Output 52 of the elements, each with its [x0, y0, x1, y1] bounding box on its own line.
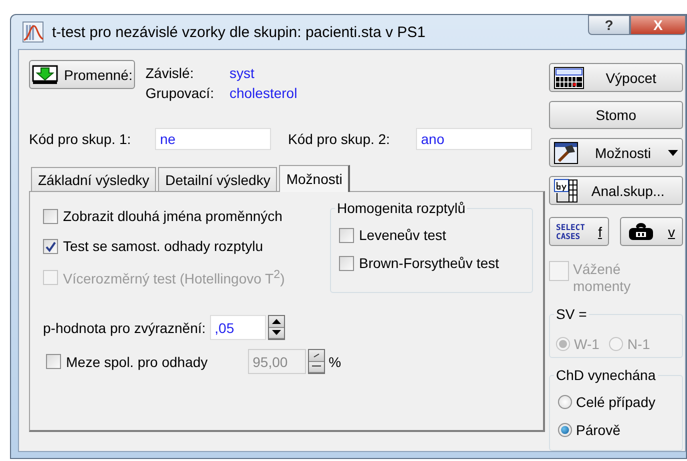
hammer-icon [554, 142, 578, 164]
help-button[interactable]: ? [588, 15, 630, 35]
menu-button[interactable]: Možnosti [549, 138, 683, 167]
spin-buttons[interactable] [268, 315, 285, 340]
radio-button[interactable] [558, 423, 572, 437]
tab[interactable]: Základní výsledky [31, 167, 156, 191]
field-value: syst [229, 65, 256, 81]
button[interactable]: Výpocet [549, 63, 683, 92]
window-title: t-test pro nezávislé vzorky dle skupin: pacienti.sta v PS1 [52, 24, 427, 40]
spin-buttons[interactable] [308, 349, 325, 374]
checkbox-label: Brown-Forsytheův test [359, 255, 500, 271]
field-label: Kód pro skup. 1: [29, 131, 132, 147]
input-field[interactable]: ,05 [210, 315, 266, 340]
field-label: Závislé: [145, 65, 195, 81]
chart-icon [22, 21, 44, 43]
weight-icon [628, 222, 654, 240]
radio-label: Párově [576, 422, 620, 438]
radio-label: W-1 [574, 336, 600, 352]
checkbox-label: Zobrazit dlouhá jména proměnných [63, 208, 282, 224]
group-title: ChD vynechána [554, 367, 658, 383]
group-title: Homogenita rozptylů [335, 200, 468, 216]
button[interactable]: Anal.skup... [549, 176, 683, 205]
field-value: cholesterol [229, 85, 298, 101]
checkbox-label: Test se samost. odhady rozptylu [63, 238, 263, 254]
caret-icon [668, 150, 678, 156]
calculator-icon [554, 66, 584, 88]
button[interactable]: SELECT CASES f [549, 217, 609, 246]
radio-button[interactable] [558, 395, 572, 409]
checkbox-label: Leveneův test [359, 227, 446, 243]
button[interactable]: Stomo [549, 101, 683, 129]
table-icon [554, 178, 578, 202]
input-field[interactable]: ne [155, 128, 271, 150]
tab[interactable]: Detailní výsledky [158, 167, 278, 191]
checkbox[interactable] [43, 208, 58, 224]
checkbox[interactable] [43, 238, 58, 254]
checkbox-label: Vážené momenty [573, 261, 632, 295]
tab[interactable]: Možnosti [279, 165, 350, 192]
checkbox[interactable] [339, 228, 354, 242]
checkbox-label: Meze spol. pro odhady [66, 354, 208, 370]
field-label: p-hodnota pro zvýraznění: [43, 320, 206, 336]
button[interactable]: v [620, 217, 683, 246]
unit-label: % [328, 354, 342, 370]
variables-button[interactable]: Promenné: [29, 60, 136, 89]
select-cases-label: SELECT CASES [556, 222, 586, 240]
field-label: Kód pro skup. 2: [288, 131, 391, 147]
checkbox-label: Vícerozměrný test (Hotellingovo T$^{2}$) [63, 268, 285, 287]
field-label: Grupovací: [145, 85, 215, 101]
group-title: SV = [554, 306, 589, 322]
radio-label: Celé případy [576, 394, 656, 410]
input-field[interactable]: ano [416, 128, 532, 150]
radio-label: N-1 [627, 336, 650, 352]
checkbox[interactable] [339, 256, 354, 270]
